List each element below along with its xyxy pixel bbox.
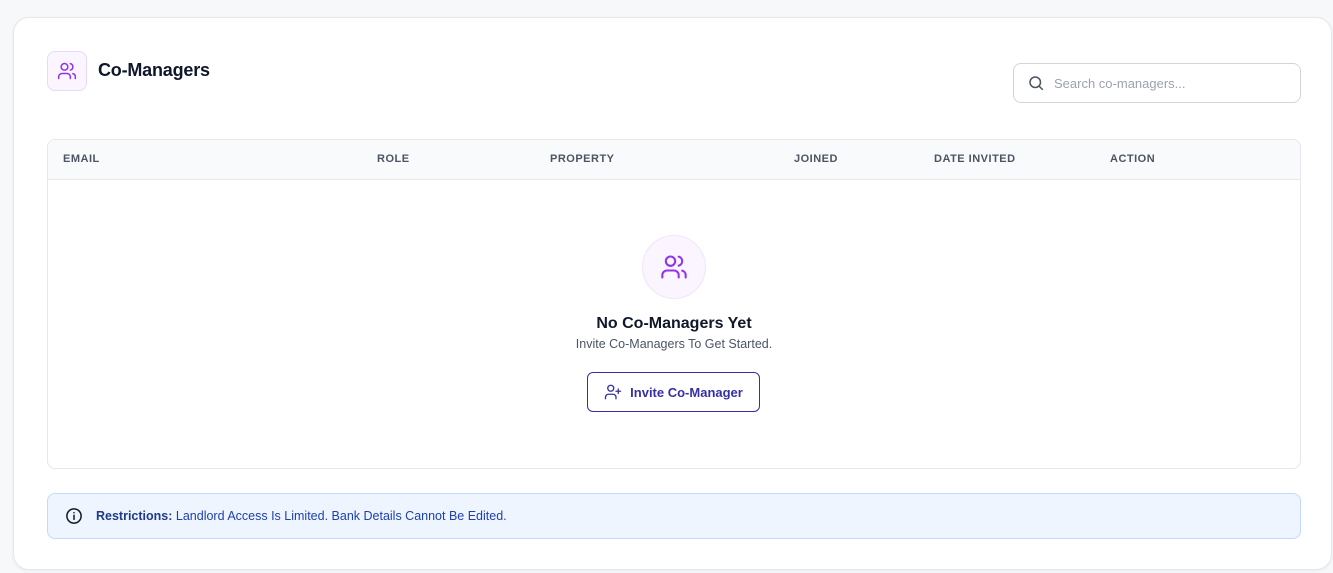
invite-button-label: Invite Co-Manager [630, 384, 743, 400]
empty-state-users-icon [642, 235, 706, 299]
empty-state-subtitle: Invite Co-Managers To Get Started. [575, 337, 773, 351]
table-header: EMAIL ROLE PROPERTY JOINED DATE INVITED … [48, 140, 1300, 180]
user-plus-icon [604, 383, 622, 401]
restrictions-label: Restrictions: [96, 509, 173, 523]
column-header-date-invited: DATE INVITED [934, 153, 1016, 165]
column-header-email: EMAIL [63, 153, 100, 165]
column-header-role: ROLE [377, 153, 410, 165]
empty-state-title: No Co-Managers Yet [596, 315, 752, 332]
invite-co-manager-button[interactable]: Invite Co-Manager [587, 372, 760, 412]
restrictions-text: Landlord Access Is Limited. Bank Details… [175, 509, 507, 523]
column-header-action: ACTION [1110, 153, 1156, 165]
restrictions-message: Restrictions: Landlord Access Is Limited… [96, 509, 507, 523]
restrictions-notice: Restrictions: Landlord Access Is Limited… [47, 493, 1301, 539]
co-managers-table: EMAIL ROLE PROPERTY JOINED DATE INVITED … [47, 139, 1301, 469]
page-title: Co-Managers [98, 60, 210, 80]
search-icon [1027, 74, 1045, 92]
column-header-joined: JOINED [794, 153, 838, 165]
users-icon [47, 51, 87, 91]
column-header-property: PROPERTY [550, 153, 615, 165]
info-icon [65, 507, 83, 525]
search-input[interactable] [1054, 75, 1284, 91]
co-managers-card: Co-Managers EMAIL ROLE PROPERTY JOINED D… [13, 17, 1332, 570]
search-box[interactable] [1013, 63, 1301, 103]
